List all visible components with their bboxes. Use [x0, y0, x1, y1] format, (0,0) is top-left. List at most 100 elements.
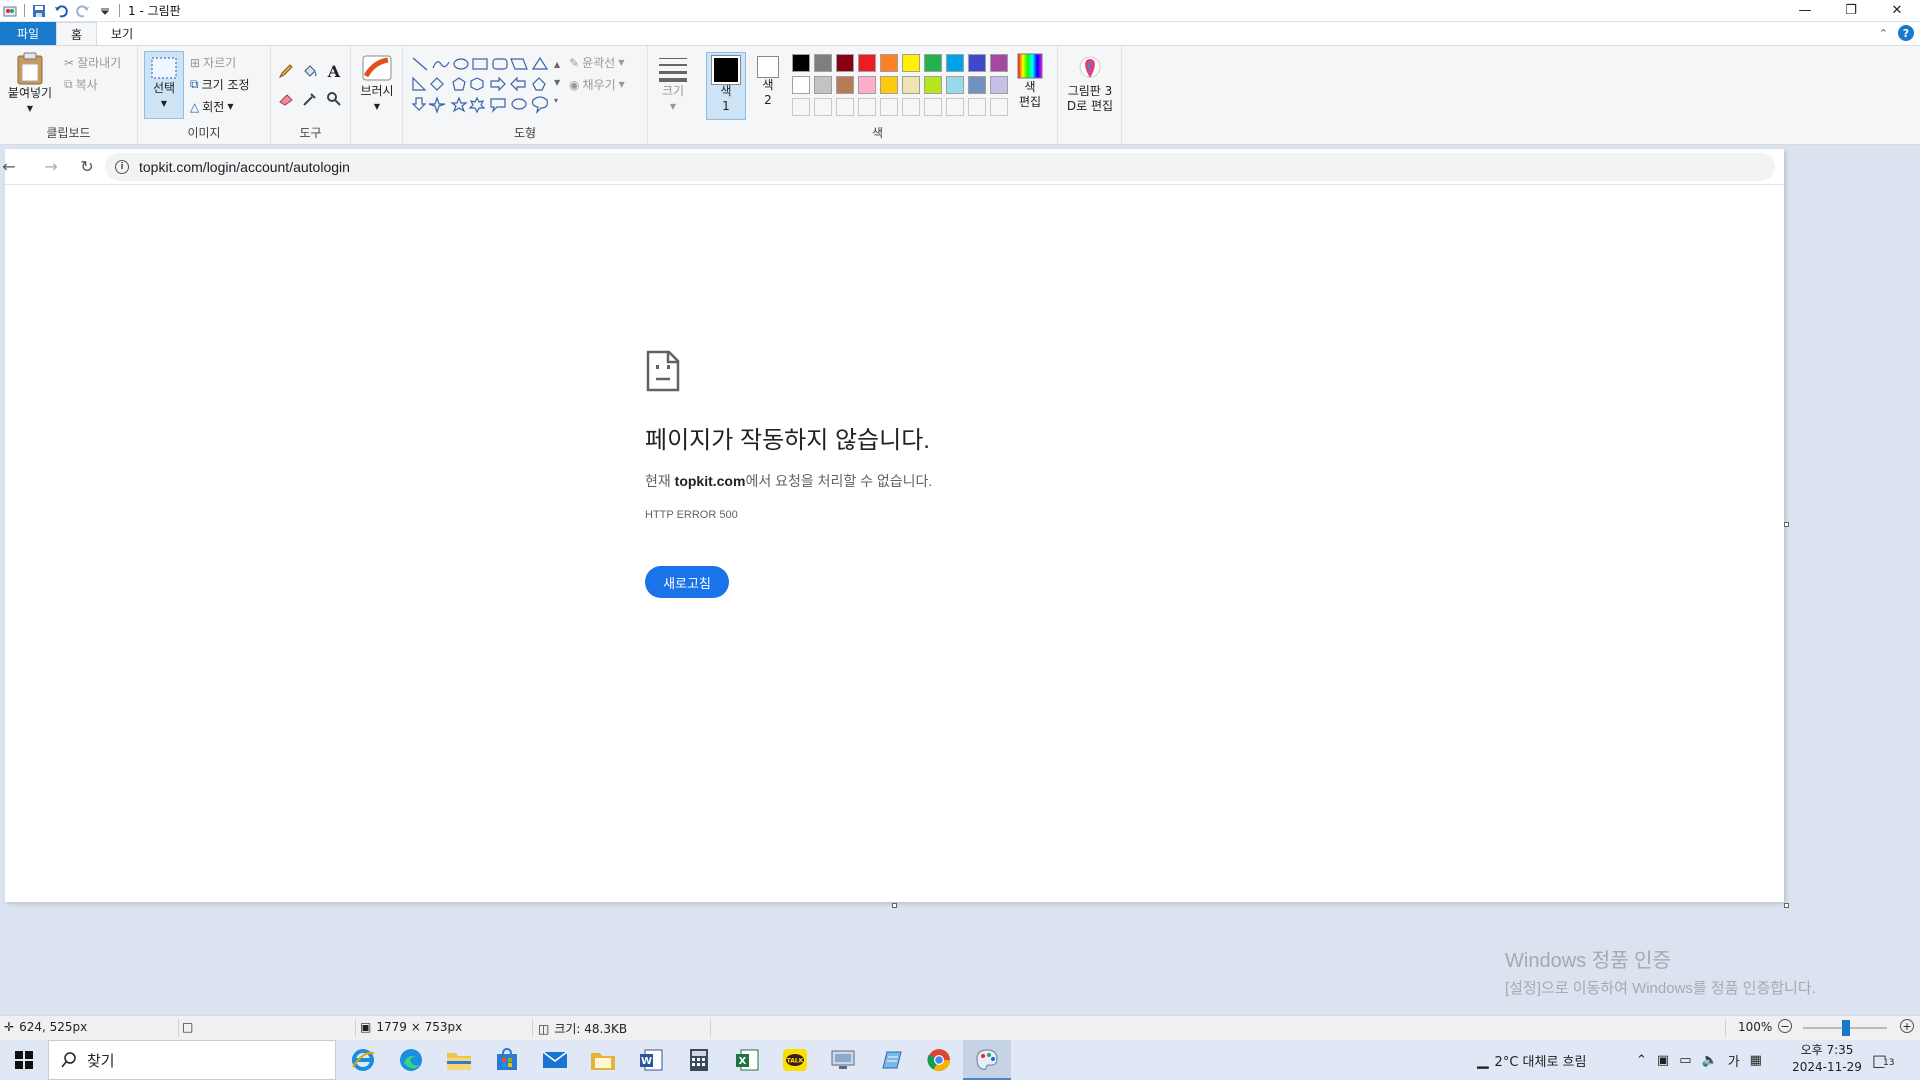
- custom-swatch-empty[interactable]: [792, 98, 810, 116]
- custom-swatch-empty[interactable]: [858, 98, 876, 116]
- palette-swatch[interactable]: [836, 54, 854, 72]
- notepad-icon[interactable]: [867, 1040, 915, 1080]
- brushes-dropdown-icon[interactable]: ▼: [374, 99, 380, 114]
- palette-swatch[interactable]: [968, 54, 986, 72]
- network-icon[interactable]: ▭: [1679, 1053, 1691, 1068]
- collapse-ribbon-icon[interactable]: ⌃: [1879, 27, 1888, 40]
- excel-icon[interactable]: X: [723, 1040, 771, 1080]
- microsoft-store-icon[interactable]: [483, 1040, 531, 1080]
- paste-dropdown-icon[interactable]: ▼: [27, 101, 33, 116]
- custom-swatch-empty[interactable]: [968, 98, 986, 116]
- show-hidden-icons-icon[interactable]: ⌃: [1636, 1053, 1647, 1068]
- keyboard-mode-icon[interactable]: ▦: [1750, 1053, 1762, 1068]
- word-icon[interactable]: W: [627, 1040, 675, 1080]
- tab-view[interactable]: 보기: [97, 22, 147, 45]
- taskbar-search[interactable]: 찾기: [48, 1040, 336, 1080]
- palette-swatch[interactable]: [924, 54, 942, 72]
- help-icon[interactable]: ?: [1898, 25, 1914, 41]
- custom-swatch-empty[interactable]: [814, 98, 832, 116]
- drawing-canvas[interactable]: ← → ↻ i topkit.com/login/account/autolog…: [2, 149, 1789, 908]
- custom-swatch-empty[interactable]: [836, 98, 854, 116]
- internet-explorer-icon[interactable]: [339, 1040, 387, 1080]
- crop-button[interactable]: ⊞ 자르기: [190, 54, 236, 71]
- palette-swatch[interactable]: [902, 54, 920, 72]
- minimize-button[interactable]: —: [1782, 0, 1828, 21]
- palette-swatch[interactable]: [792, 54, 810, 72]
- resize-handle-bottom[interactable]: [892, 903, 897, 908]
- palette-swatch[interactable]: [880, 54, 898, 72]
- remote-desktop-icon[interactable]: [819, 1040, 867, 1080]
- paint-app-icon[interactable]: [2, 3, 18, 19]
- file-explorer-icon[interactable]: [435, 1040, 483, 1080]
- custom-swatch-empty[interactable]: [946, 98, 964, 116]
- palette-swatch[interactable]: [880, 76, 898, 94]
- magnifier-icon[interactable]: [324, 89, 344, 109]
- tab-file[interactable]: 파일: [0, 22, 56, 45]
- ime-indicator[interactable]: 가: [1728, 1051, 1740, 1070]
- edit-colors-button[interactable]: 색 편집: [1010, 52, 1050, 110]
- eraser-icon[interactable]: [276, 89, 296, 109]
- edge-icon[interactable]: [387, 1040, 435, 1080]
- paint-taskbar-icon[interactable]: [963, 1040, 1011, 1080]
- edit-with-paint3d-button[interactable]: 그림판 3 D로 편집: [1062, 54, 1118, 114]
- mail-icon[interactable]: [531, 1040, 579, 1080]
- custom-swatch-empty[interactable]: [902, 98, 920, 116]
- weather-widget[interactable]: ▁ 2°C 대체로 흐림: [1477, 1040, 1586, 1080]
- tab-home[interactable]: 홈: [56, 22, 98, 45]
- custom-swatch-empty[interactable]: [990, 98, 1008, 116]
- shapes-gallery[interactable]: [411, 56, 563, 116]
- copy-button[interactable]: ⧉ 복사: [64, 76, 98, 93]
- resize-handle-corner[interactable]: [1784, 903, 1789, 908]
- close-button[interactable]: ✕: [1874, 0, 1920, 21]
- pencil-icon[interactable]: [276, 61, 296, 81]
- rotate-dropdown-icon[interactable]: ▼: [227, 102, 233, 111]
- volume-icon[interactable]: 🔈: [1702, 1053, 1718, 1068]
- size-button[interactable]: 크기 ▼: [654, 54, 692, 114]
- kakaotalk-icon[interactable]: TALK: [771, 1040, 819, 1080]
- palette-swatch[interactable]: [814, 54, 832, 72]
- palette-swatch[interactable]: [946, 76, 964, 94]
- custom-swatch-empty[interactable]: [924, 98, 942, 116]
- sticky-folder-icon[interactable]: [579, 1040, 627, 1080]
- calculator-icon[interactable]: [675, 1040, 723, 1080]
- customize-qat-icon[interactable]: [97, 3, 113, 19]
- notification-center-button[interactable]: □ 13: [1872, 1040, 1897, 1080]
- redo-icon[interactable]: [75, 3, 91, 19]
- palette-swatch[interactable]: [858, 76, 876, 94]
- text-tool-icon[interactable]: A: [324, 61, 344, 81]
- custom-swatch-empty[interactable]: [880, 98, 898, 116]
- brushes-button[interactable]: 브러시 ▼: [355, 52, 399, 114]
- rotate-button[interactable]: △ 회전 ▼: [190, 98, 233, 115]
- color-picker-icon[interactable]: [300, 89, 320, 109]
- palette-swatch[interactable]: [990, 76, 1008, 94]
- color2-button[interactable]: 색 2: [750, 54, 786, 108]
- cut-button[interactable]: ✂ 잘라내기: [64, 54, 121, 71]
- palette-swatch[interactable]: [946, 54, 964, 72]
- select-dropdown-icon[interactable]: ▼: [161, 96, 167, 111]
- outline-button[interactable]: ✎ 윤곽선 ▼: [569, 54, 624, 71]
- restore-button[interactable]: ❐: [1828, 0, 1874, 21]
- zoom-slider-thumb[interactable]: [1842, 1020, 1850, 1036]
- start-button[interactable]: [0, 1040, 48, 1080]
- undo-icon[interactable]: [53, 3, 69, 19]
- chrome-icon[interactable]: [915, 1040, 963, 1080]
- fill-button[interactable]: ◉ 채우기 ▼: [569, 76, 625, 93]
- meet-now-icon[interactable]: ▣: [1657, 1053, 1669, 1068]
- palette-swatch[interactable]: [990, 54, 1008, 72]
- save-icon[interactable]: [31, 3, 47, 19]
- zoom-in-icon[interactable]: +: [1900, 1019, 1914, 1033]
- paste-button[interactable]: 붙여넣기 ▼: [6, 52, 54, 116]
- select-button[interactable]: 선택 ▼: [144, 51, 184, 119]
- palette-swatch[interactable]: [902, 76, 920, 94]
- palette-swatch[interactable]: [968, 76, 986, 94]
- palette-swatch[interactable]: [814, 76, 832, 94]
- zoom-out-icon[interactable]: −: [1778, 1019, 1792, 1033]
- clock[interactable]: 오후 7:35 2024-11-29: [1790, 1042, 1864, 1076]
- palette-swatch[interactable]: [858, 54, 876, 72]
- palette-swatch[interactable]: [792, 76, 810, 94]
- fill-bucket-icon[interactable]: [300, 61, 320, 81]
- color1-button[interactable]: 색 1: [706, 52, 746, 120]
- shapes-scroll[interactable]: ▲ ▼ ▾: [554, 56, 560, 110]
- resize-button[interactable]: ⧉ 크기 조정: [190, 76, 250, 93]
- palette-swatch[interactable]: [836, 76, 854, 94]
